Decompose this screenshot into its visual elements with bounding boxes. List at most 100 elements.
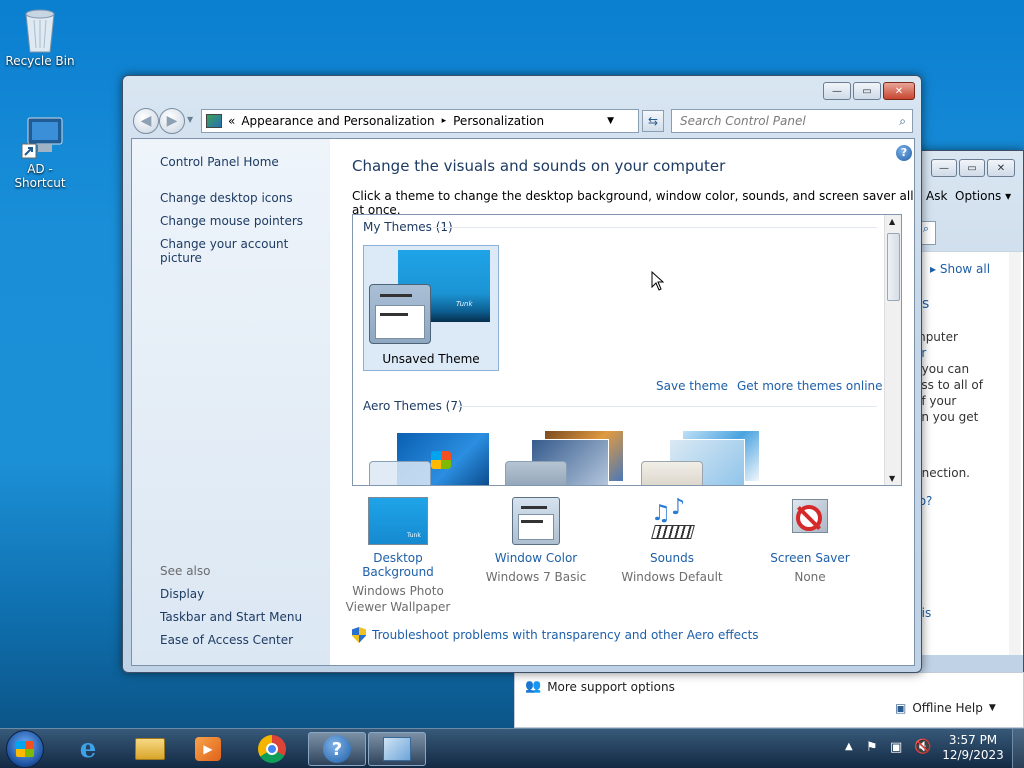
recent-pages-chevron[interactable]: ▼ [187, 115, 193, 124]
sounds-icon: ♫ ♪ [647, 495, 697, 545]
taskbar-help[interactable]: ? [308, 732, 366, 766]
group-divider [433, 227, 877, 228]
forward-button[interactable]: ▶ [159, 108, 185, 134]
folder-icon [135, 738, 165, 760]
help-window[interactable]: — ▭ ✕ Ask Options ▾ ⌕ ▸ Show all s mpute… [905, 150, 1024, 728]
shield-icon [352, 627, 366, 643]
help-and-support-icon: ? [323, 735, 351, 763]
windows-logo-icon [431, 451, 451, 469]
start-button[interactable] [6, 730, 44, 768]
window-color-value: Windows 7 Basic [485, 570, 587, 584]
search-icon[interactable]: ⌕ [899, 114, 906, 129]
minimize-button[interactable]: — [931, 159, 957, 177]
show-all-label: Show all [939, 262, 991, 276]
breadcrumb-overflow[interactable]: « [228, 114, 235, 128]
screen-saver-tile[interactable]: Screen Saver None [750, 495, 870, 585]
help-text: , you can [914, 362, 970, 376]
window-color-label: Window Color [494, 551, 578, 565]
sounds-tile[interactable]: ♫ ♪ Sounds Windows Default [612, 495, 732, 585]
taskbar-internet-explorer[interactable]: e [62, 732, 114, 766]
task-pane: Control Panel Home Change desktop icons … [132, 139, 330, 665]
mouse-cursor [651, 270, 665, 294]
unsaved-theme-tile[interactable]: Tunk Unsaved Theme [363, 245, 499, 371]
window-color-tile[interactable]: Window Color Windows 7 Basic [476, 497, 596, 585]
help-scrollbar[interactable] [1009, 252, 1021, 655]
taskbar-chrome[interactable] [246, 732, 298, 766]
search-input[interactable]: Search Control Panel ⌕ [671, 109, 913, 133]
taskbar-control-panel[interactable] [368, 732, 426, 766]
taskbar-start-menu-link[interactable]: Taskbar and Start Menu [160, 610, 302, 624]
clock-time: 3:57 PM [948, 733, 998, 747]
scroll-down-icon[interactable]: ▼ [889, 474, 895, 483]
navigation-bar: ◀ ▶ ▼ « Appearance and Personalization ▸… [131, 106, 913, 134]
internet-explorer-icon: e [79, 734, 97, 764]
maximize-button[interactable]: ▭ [853, 82, 881, 100]
breadcrumb-separator[interactable]: ▸ [442, 116, 447, 126]
change-mouse-pointers-link[interactable]: Change mouse pointers [160, 214, 303, 228]
offline-help-button[interactable]: ▣ Offline Help ▼ [895, 701, 996, 715]
window-color-icon [512, 497, 560, 545]
refresh-icon[interactable]: ⇆ [642, 110, 664, 132]
taskbar: e ▶ ? ▲ ⚑ ▣ 🔇 3:57 PM 12/9/2023 [0, 728, 1024, 768]
change-account-picture-link[interactable]: Change your account picture [160, 237, 330, 265]
minimize-button[interactable]: — [823, 82, 851, 100]
theme-list[interactable]: My Themes (1) Tunk Unsaved Theme Save th… [352, 214, 902, 486]
taskbar-media-player[interactable]: ▶ [182, 732, 234, 766]
theme-thumb-window [641, 461, 703, 485]
troubleshoot-link[interactable]: Troubleshoot problems with transparency … [352, 627, 759, 643]
desktop-icon-recycle-bin[interactable]: Recycle Bin [0, 6, 80, 68]
ease-of-access-link[interactable]: Ease of Access Center [160, 633, 293, 647]
screen-saver-icon [786, 495, 834, 545]
aero-theme-architecture[interactable] [505, 427, 625, 485]
taskbar-file-explorer[interactable] [124, 732, 176, 766]
back-button[interactable]: ◀ [133, 108, 159, 134]
options-menu[interactable]: Options ▾ [955, 189, 1011, 203]
help-text: en you get [914, 410, 979, 424]
clock[interactable]: 3:57 PM 12/9/2023 [938, 733, 1008, 763]
network-icon[interactable]: ▣ [890, 740, 902, 755]
aero-themes-group: Aero Themes (7) [363, 399, 463, 413]
personalization-window[interactable]: — ▭ ✕ ◀ ▶ ▼ « Appearance and Personaliza… [122, 75, 922, 673]
people-icon: 👥 [525, 679, 542, 694]
desktop-background-tile[interactable]: Tunk Desktop Background Windows Photo Vi… [338, 497, 458, 615]
change-desktop-icons-link[interactable]: Change desktop icons [160, 191, 293, 205]
theme-preview-window [369, 284, 431, 344]
display-link[interactable]: Display [160, 587, 204, 601]
action-center-icon[interactable]: ⚑ [866, 740, 878, 755]
control-panel-icon [383, 737, 411, 761]
windows-logo-icon [16, 741, 34, 757]
aero-theme-windows7[interactable] [369, 433, 489, 485]
sounds-label: Sounds [649, 551, 695, 565]
main-content: ? Change the visuals and sounds on your … [330, 139, 914, 665]
help-content: ▸ Show all s mputer er , you can ess to … [914, 251, 1023, 655]
page-title: Change the visuals and sounds on your co… [352, 157, 726, 175]
save-theme-link[interactable]: Save theme [656, 379, 728, 393]
help-icon[interactable]: ? [896, 145, 912, 161]
show-all-link[interactable]: ▸ Show all [930, 262, 990, 276]
desktop-icon-ad-shortcut[interactable]: AD - Shortcut [0, 114, 80, 190]
desktop-icon-label: AD - Shortcut [14, 162, 66, 190]
window-client-area: Control Panel Home Change desktop icons … [131, 138, 915, 666]
get-more-themes-link[interactable]: Get more themes online [737, 379, 883, 393]
scroll-thumb[interactable] [887, 233, 900, 301]
screen-saver-value: None [794, 570, 826, 584]
ask-menu[interactable]: Ask [926, 189, 947, 203]
breadcrumb-appearance[interactable]: Appearance and Personalization [241, 114, 434, 128]
control-panel-home-link[interactable]: Control Panel Home [160, 155, 279, 169]
maximize-button[interactable]: ▭ [959, 159, 985, 177]
desktop-background-label: Desktop Background [362, 551, 434, 579]
search-placeholder: Search Control Panel [680, 114, 806, 128]
volume-muted-icon[interactable]: 🔇 [914, 739, 931, 755]
media-player-icon: ▶ [195, 737, 221, 761]
show-desktop-button[interactable] [1012, 729, 1024, 768]
more-support-link[interactable]: 👥 More support options [525, 679, 675, 694]
address-dropdown-icon[interactable]: ▼ [607, 116, 614, 126]
scroll-up-icon[interactable]: ▲ [889, 217, 895, 226]
close-button[interactable]: ✕ [883, 82, 915, 100]
close-button[interactable]: ✕ [987, 159, 1015, 177]
address-bar[interactable]: « Appearance and Personalization ▸ Perso… [201, 109, 664, 133]
theme-list-scrollbar[interactable]: ▲ ▼ [884, 215, 901, 485]
show-hidden-icons[interactable]: ▲ [845, 741, 853, 752]
aero-theme-characters[interactable] [641, 427, 761, 485]
breadcrumb-personalization[interactable]: Personalization [453, 114, 544, 128]
